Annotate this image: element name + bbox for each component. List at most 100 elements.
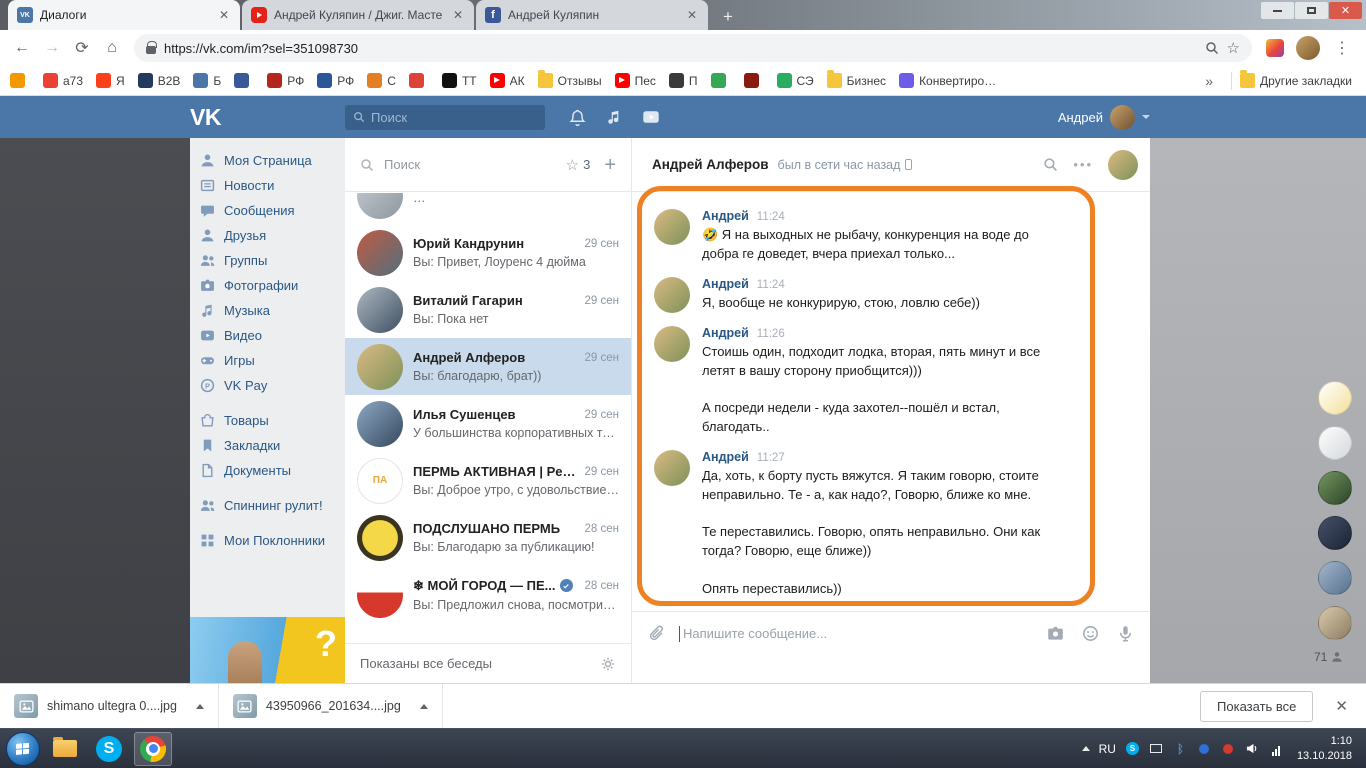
message-author[interactable]: Андрей bbox=[702, 326, 749, 340]
close-downloads-icon[interactable]: ✕ bbox=[1335, 697, 1348, 715]
sidebar-item-groups[interactable]: Группы bbox=[190, 248, 345, 273]
conversation-item[interactable]: ПОДСЛУШАНО ПЕРМЬ 28 сен Вы: Благодарю за … bbox=[345, 509, 631, 566]
browser-tab-youtube[interactable]: Андрей Куляпин / Джиг. Масте ✕ bbox=[242, 0, 474, 30]
taskbar-explorer-button[interactable] bbox=[46, 732, 84, 766]
friends-online-count[interactable]: 71 bbox=[1314, 650, 1343, 664]
bookmark-star-icon[interactable]: ☆ bbox=[1227, 41, 1240, 56]
message-author[interactable]: Андрей bbox=[702, 450, 749, 464]
taskbar-clock[interactable]: 1:10 13.10.2018 bbox=[1293, 734, 1360, 764]
avatar[interactable] bbox=[654, 449, 690, 486]
conversation-item[interactable]: ❄ МОЙ ГОРОД — ПЕ... 28 сен Вы: Предложил … bbox=[345, 566, 631, 623]
volume-tray-icon[interactable] bbox=[1245, 741, 1260, 756]
tab-close-icon[interactable]: ✕ bbox=[685, 8, 699, 22]
bookmark-item[interactable] bbox=[743, 73, 764, 88]
vk-logo[interactable]: VK bbox=[190, 104, 345, 131]
important-star-icon[interactable]: ☆ bbox=[566, 156, 579, 174]
window-maximize-button[interactable] bbox=[1295, 2, 1328, 19]
hidden-icons-caret[interactable] bbox=[1081, 746, 1090, 751]
conversation-scroll-list[interactable]: … Юрий Кандрунин 29 сен Вы: Привет, Лоуре… bbox=[345, 193, 631, 642]
search-icon[interactable] bbox=[360, 158, 374, 172]
language-indicator[interactable]: RU bbox=[1099, 742, 1116, 756]
reload-button[interactable]: ⟳ bbox=[68, 34, 96, 62]
back-button[interactable]: ← bbox=[8, 34, 36, 62]
window-close-button[interactable]: ✕ bbox=[1329, 2, 1362, 19]
friend-avatar[interactable] bbox=[1318, 381, 1352, 415]
zoom-icon[interactable] bbox=[1205, 41, 1219, 55]
new-conversation-icon[interactable]: + bbox=[604, 155, 616, 175]
friend-avatar[interactable] bbox=[1318, 561, 1352, 595]
window-minimize-button[interactable] bbox=[1261, 2, 1294, 19]
bookmarks-overflow-icon[interactable]: » bbox=[1195, 73, 1223, 89]
browser-tab-facebook[interactable]: f Андрей Куляпин ✕ bbox=[476, 0, 708, 30]
chat-search-icon[interactable] bbox=[1043, 157, 1058, 172]
bookmark-item[interactable]: РФ bbox=[267, 73, 304, 88]
sidebar-item-bookmarks[interactable]: Закладки bbox=[190, 433, 345, 458]
avatar[interactable] bbox=[654, 325, 690, 362]
conversation-item[interactable]: ПА ПЕРМЬ АКТИВНАЯ | Perm... 29 сен Вы: До… bbox=[345, 452, 631, 509]
app-tray-icon-blue[interactable] bbox=[1199, 743, 1210, 754]
message-history[interactable]: Андрей 11:24 🤣 Я на выходных не рыбачу, к… bbox=[632, 193, 1150, 611]
friend-avatar[interactable] bbox=[1318, 471, 1352, 505]
bookmark-item[interactable] bbox=[408, 73, 429, 88]
header-user-menu[interactable]: Андрей bbox=[1058, 104, 1150, 130]
avatar[interactable] bbox=[654, 276, 690, 313]
bookmark-item[interactable]: Б bbox=[193, 73, 221, 88]
start-button[interactable] bbox=[6, 731, 40, 766]
url-text[interactable]: https://vk.com/im?sel=351098730 bbox=[164, 41, 1197, 56]
display-tray-icon[interactable] bbox=[1150, 744, 1163, 753]
music-icon[interactable] bbox=[606, 109, 622, 125]
bookmark-item[interactable] bbox=[234, 73, 254, 88]
bookmark-item[interactable]: TT bbox=[441, 73, 477, 88]
chat-menu-icon[interactable]: ••• bbox=[1073, 157, 1093, 172]
home-button[interactable]: ⌂ bbox=[98, 34, 126, 62]
browser-profile-avatar[interactable] bbox=[1296, 36, 1320, 60]
bookmark-folder[interactable]: Отзывы bbox=[537, 70, 602, 88]
friend-avatar[interactable] bbox=[1318, 606, 1352, 640]
network-tray-icon[interactable] bbox=[1269, 741, 1284, 756]
conversation-item-selected[interactable]: Андрей Алферов 29 сен Вы: благодарю, брат… bbox=[345, 338, 631, 395]
chat-peer-name[interactable]: Андрей Алферов bbox=[652, 157, 769, 172]
download-menu-caret-icon[interactable] bbox=[195, 703, 204, 709]
sidebar-item-video[interactable]: Видео bbox=[190, 323, 345, 348]
tab-close-icon[interactable]: ✕ bbox=[217, 8, 231, 22]
bookmark-folder[interactable]: Бизнес bbox=[826, 70, 886, 88]
taskbar-skype-button[interactable] bbox=[90, 732, 128, 766]
bookmark-item[interactable]: П bbox=[668, 73, 698, 88]
conversation-item-partial[interactable]: … bbox=[345, 193, 631, 224]
sidebar-item-market[interactable]: Товары bbox=[190, 408, 345, 433]
download-item[interactable]: shimano ultegra 0....jpg bbox=[0, 684, 219, 728]
avatar[interactable] bbox=[654, 209, 690, 245]
app-tray-icon-red[interactable] bbox=[1223, 743, 1234, 754]
conversation-search-input[interactable]: Поиск bbox=[384, 157, 566, 172]
notifications-bell-icon[interactable] bbox=[569, 109, 586, 126]
show-all-downloads-button[interactable]: Показать все bbox=[1200, 690, 1314, 722]
friend-avatar[interactable] bbox=[1318, 516, 1352, 550]
emoji-icon[interactable] bbox=[1082, 625, 1099, 642]
other-bookmarks[interactable]: Другие закладки bbox=[1240, 70, 1352, 88]
conversation-item[interactable]: Виталий Гагарин 29 сен Вы: Пока нет bbox=[345, 281, 631, 338]
sidebar-item-games[interactable]: Игры bbox=[190, 348, 345, 373]
video-icon[interactable] bbox=[642, 108, 660, 126]
bookmark-item[interactable]: РФ bbox=[317, 73, 354, 88]
extension-icon[interactable] bbox=[1266, 39, 1284, 57]
address-bar[interactable]: https://vk.com/im?sel=351098730 ☆ bbox=[134, 34, 1252, 62]
sidebar-item-news[interactable]: Новости bbox=[190, 173, 345, 198]
gear-icon[interactable] bbox=[600, 656, 616, 672]
sidebar-item-documents[interactable]: Документы bbox=[190, 458, 345, 483]
bookmark-item[interactable]: a73 bbox=[43, 73, 83, 88]
bookmark-item[interactable]: Конвертировать изо bbox=[899, 73, 1001, 88]
download-item[interactable]: 43950966_201634....jpg bbox=[219, 684, 443, 728]
download-menu-caret-icon[interactable] bbox=[419, 703, 428, 709]
message-author[interactable]: Андрей bbox=[702, 209, 749, 223]
bookmark-item[interactable]: АК bbox=[489, 73, 525, 88]
ad-banner[interactable]: ? bbox=[190, 617, 345, 683]
friend-avatar[interactable] bbox=[1318, 426, 1352, 460]
taskbar-chrome-button[interactable] bbox=[134, 731, 172, 766]
sidebar-item-vkpay[interactable]: VK Pay bbox=[190, 373, 345, 398]
forward-button[interactable]: → bbox=[38, 34, 66, 62]
bookmark-item[interactable] bbox=[710, 73, 731, 88]
sidebar-item-fans[interactable]: Мои Поклонники bbox=[190, 528, 345, 553]
bluetooth-tray-icon[interactable]: ᛒ bbox=[1173, 741, 1188, 756]
microphone-icon[interactable] bbox=[1117, 625, 1134, 642]
message-input[interactable]: Напишите сообщение... bbox=[683, 626, 827, 641]
